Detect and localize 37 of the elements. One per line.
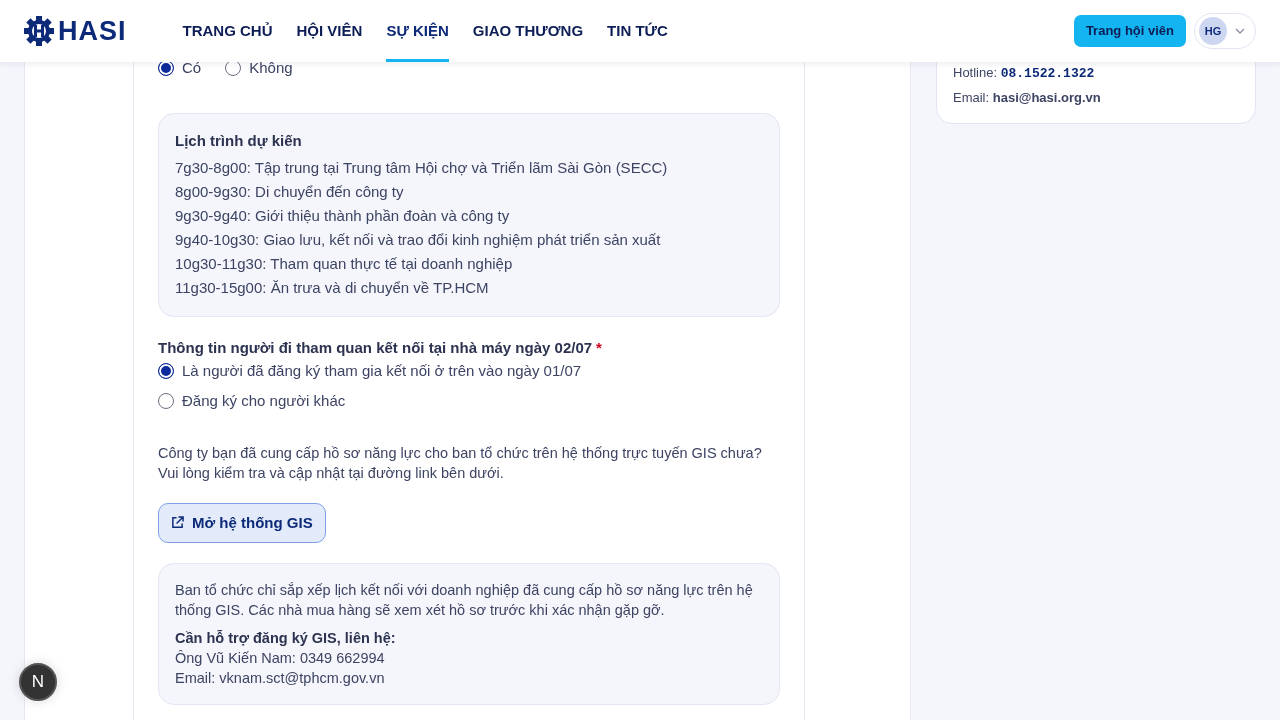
- external-link-icon: [171, 516, 184, 530]
- contact-line: Email: vknam.sct@tphcm.gov.vn: [175, 669, 386, 688]
- contact-line: Ông Vũ Kiến Nam: 0349 662994: [175, 649, 386, 668]
- support-email: hasi@hasi.org.vn: [992, 89, 1101, 105]
- logo[interactable]: HASI: [24, 16, 127, 46]
- radio-button[interactable]: [158, 362, 174, 379]
- radio-option[interactable]: Đăng ký cho người khác: [158, 390, 780, 413]
- schedule-title: Lịch trình dự kiến: [175, 130, 303, 151]
- question-label: Thông tin người đi tham quan kết nối tại nhà máy ngày 02/07: [158, 338, 593, 358]
- email-label: Email:: [953, 89, 991, 105]
- schedule-item: 9g40-10g30: Giao lưu, kết nối và trao đổi kinh nghiệm phát triển sản xuất: [175, 230, 662, 250]
- nav-link[interactable]: TIN TỨC: [607, 0, 668, 62]
- chevron-down-icon: [1235, 28, 1245, 34]
- contact-title: Cần hỗ trợ đăng ký GIS, liên hệ:: [175, 629, 397, 648]
- account-menu[interactable]: HG: [1194, 13, 1256, 49]
- schedule-item: 9g30-9g40: Giới thiệu thành phần đoàn và công ty: [175, 206, 511, 226]
- radio-button[interactable]: [158, 393, 174, 410]
- info-text: Ban tổ chức chỉ sắp xếp lịch kết nối với doanh nghiệp đã cung cấp hồ sơ năng lực trên hệ thống GIS. Các nhà mua hàng sẽ xem xét hồ sơ trước khi xác nhận gặp gỡ.: [175, 581, 754, 620]
- open-gis-button[interactable]: Mở hệ thống GIS: [158, 502, 326, 543]
- option-label: Đăng ký cho người khác: [182, 391, 346, 411]
- required-mark: *: [596, 338, 602, 358]
- floating-action-button[interactable]: N: [19, 663, 57, 701]
- schedule-item: 7g30-8g00: Tập trung tại Trung tâm Hội chợ và Triển lãm Sài Gòn (SECC): [175, 158, 669, 178]
- nav-link[interactable]: HỘI VIÊN: [296, 0, 363, 62]
- gear-icon: [24, 16, 54, 46]
- schedule-item: 8g00-9g30: Di chuyển đến công ty: [175, 182, 405, 202]
- gis-note: Công ty bạn đã cung cấp hồ sơ năng lực cho ban tổ chức trên hệ thống trực tuyến GIS chưa? Vui lòng kiểm tra và cập nhật tại đường link bên dưới.: [158, 443, 763, 483]
- option-label: Là người đã đăng ký tham gia kết nối ở trên vào ngày 01/07: [182, 360, 582, 381]
- nav-link[interactable]: GIAO THƯƠNG: [472, 0, 584, 62]
- schedule-item: 11g30-15g00: Ăn trưa và di chuyển về TP.HCM: [175, 278, 490, 298]
- hotline-label: Hotline:: [953, 65, 999, 80]
- hotline-number: 08.1522.1322: [1000, 66, 1095, 81]
- schedule-item: 10g30-11g30: Tham quan thực tế tại doanh nghiệp: [175, 254, 514, 274]
- radio-option[interactable]: Là người đã đăng ký tham gia kết nối ở trên vào ngày 01/07: [158, 359, 780, 382]
- avatar: HG: [1199, 17, 1227, 45]
- member-page-button[interactable]: Trang hội viên: [1073, 15, 1186, 47]
- brand-name: HASI: [58, 17, 127, 45]
